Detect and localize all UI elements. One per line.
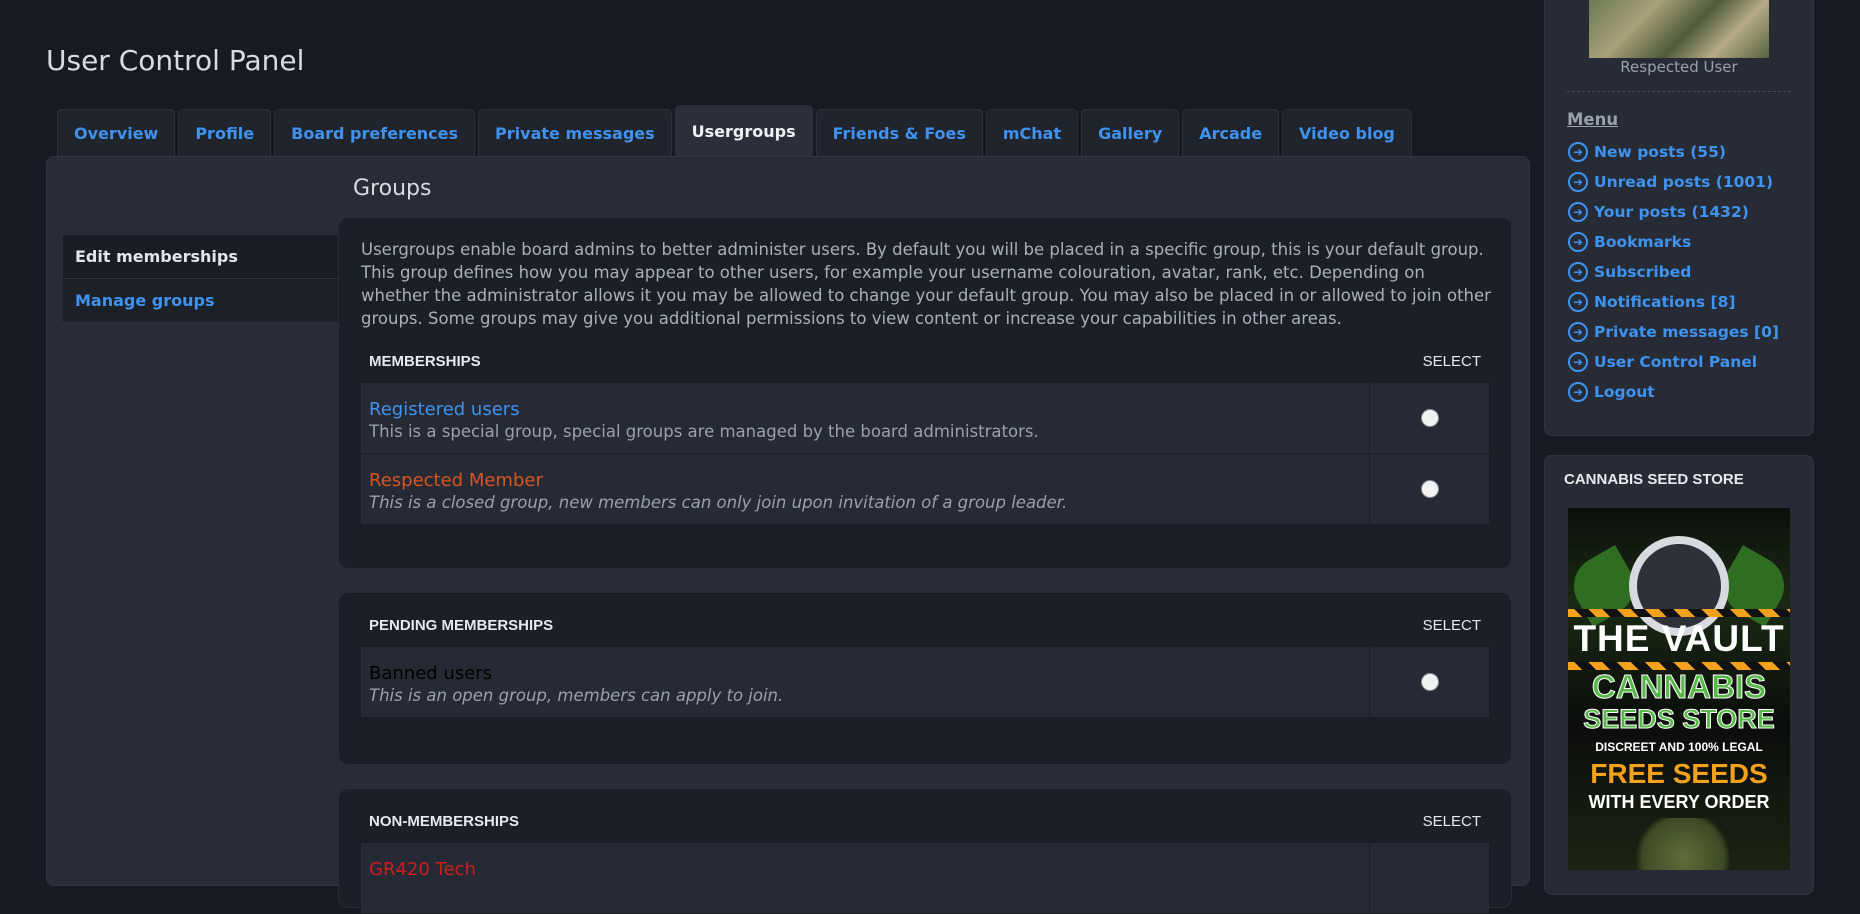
- menu-item-notifications[interactable]: ➜ Notifications [8]: [1568, 287, 1779, 317]
- arrow-circle-right-icon: ➜: [1568, 232, 1588, 252]
- pending-memberships-table: PENDING MEMBERSHIPS SELECT Banned users …: [361, 603, 1489, 718]
- group-name-link[interactable]: GR420 Tech: [369, 859, 1361, 881]
- arrow-circle-right-icon: ➜: [1568, 292, 1588, 312]
- select-radio[interactable]: [1420, 480, 1439, 498]
- pending-memberships-header: PENDING MEMBERSHIPS: [369, 616, 554, 634]
- arrow-circle-right-icon: ➜: [1568, 322, 1588, 342]
- ad-line-every-order: WITH EVERY ORDER: [1588, 792, 1770, 812]
- memberships-table: MEMBERSHIPS SELECT Registered users This…: [361, 339, 1489, 525]
- tab-arcade[interactable]: Arcade: [1182, 109, 1280, 157]
- group-name-link[interactable]: Banned users: [369, 663, 1361, 685]
- tab-overview[interactable]: Overview: [57, 109, 176, 157]
- side-item-edit-memberships[interactable]: Edit memberships: [63, 235, 338, 279]
- group-name-link[interactable]: Registered users: [369, 399, 1361, 421]
- ad-line-cannabis: CANNABIS: [1591, 668, 1767, 706]
- ad-banner[interactable]: THE VAULT CANNABIS SEEDS STORE DISCREET …: [1568, 508, 1790, 870]
- menu-heading: Menu: [1567, 110, 1619, 129]
- tab-usergroups[interactable]: Usergroups: [674, 105, 813, 157]
- menu-item-subscribed[interactable]: ➜ Subscribed: [1568, 257, 1779, 287]
- ad-title: CANNABIS SEED STORE: [1564, 471, 1744, 488]
- memberships-header: MEMBERSHIPS: [369, 352, 481, 370]
- menu-item-new-posts[interactable]: ➜ New posts (55): [1568, 137, 1779, 167]
- arrow-circle-right-icon: ➜: [1568, 142, 1588, 162]
- select-header: SELECT: [1422, 352, 1481, 370]
- menu-item-label: Logout: [1594, 383, 1655, 401]
- table-header: NON-MEMBERSHIPS SELECT: [361, 799, 1489, 843]
- tab-mchat[interactable]: mChat: [985, 109, 1079, 157]
- page-title: User Control Panel: [46, 44, 305, 77]
- user-rank: Respected User: [1620, 58, 1738, 76]
- tab-gallery[interactable]: Gallery: [1081, 109, 1180, 157]
- menu-item-label: Your posts (1432): [1594, 203, 1749, 221]
- tab-friends-foes[interactable]: Friends & Foes: [815, 109, 983, 157]
- group-description: This is an open group, members can apply…: [369, 686, 784, 705]
- menu-item-bookmarks[interactable]: ➜ Bookmarks: [1568, 227, 1779, 257]
- menu-item-label: Notifications [8]: [1594, 293, 1736, 311]
- arrow-circle-right-icon: ➜: [1568, 262, 1588, 282]
- select-radio[interactable]: [1420, 409, 1439, 427]
- table-row: Respected Member This is a closed group,…: [361, 454, 1489, 525]
- menu-item-label: Unread posts (1001): [1594, 173, 1774, 191]
- menu-item-label: User Control Panel: [1594, 353, 1758, 371]
- group-description: This is a closed group, new members can …: [369, 493, 1068, 512]
- ad-line-seeds-store: SEEDS STORE: [1583, 704, 1776, 735]
- table-row: GR420 Tech: [361, 843, 1489, 914]
- tab-video-blog[interactable]: Video blog: [1282, 109, 1412, 157]
- arrow-circle-right-icon: ➜: [1568, 352, 1588, 372]
- divider: [1567, 91, 1791, 92]
- avatar[interactable]: [1589, 0, 1769, 58]
- non-memberships-table: NON-MEMBERSHIPS SELECT GR420 Tech: [361, 799, 1489, 914]
- menu-item-your-posts[interactable]: ➜ Your posts (1432): [1568, 197, 1779, 227]
- arrow-circle-right-icon: ➜: [1568, 382, 1588, 402]
- non-memberships-header: NON-MEMBERSHIPS: [369, 812, 520, 830]
- menu-item-unread-posts[interactable]: ➜ Unread posts (1001): [1568, 167, 1779, 197]
- section-title: Groups: [353, 176, 432, 201]
- plant-graphic: [1628, 818, 1738, 870]
- tab-private-messages[interactable]: Private messages: [478, 109, 672, 157]
- select-radio[interactable]: [1420, 673, 1439, 691]
- tab-board-preferences[interactable]: Board preferences: [274, 109, 476, 157]
- menu-item-private-messages[interactable]: ➜ Private messages [0]: [1568, 317, 1779, 347]
- table-row: Banned users This is an open group, memb…: [361, 647, 1489, 718]
- select-header: SELECT: [1422, 616, 1481, 634]
- group-description: This is a special group, special groups …: [369, 422, 1039, 441]
- table-header: PENDING MEMBERSHIPS SELECT: [361, 603, 1489, 647]
- ad-line-free-seeds: FREE SEEDS: [1590, 758, 1768, 789]
- group-name-link[interactable]: Respected Member: [369, 470, 1361, 492]
- ucp-side-nav: Edit memberships Manage groups: [63, 235, 338, 323]
- memberships-box: Usergroups enable board admins to better…: [338, 217, 1512, 569]
- side-item-manage-groups[interactable]: Manage groups: [63, 279, 338, 323]
- table-row: Registered users This is a special group…: [361, 383, 1489, 454]
- menu-item-label: Subscribed: [1594, 263, 1692, 281]
- menu-item-user-control-panel[interactable]: ➜ User Control Panel: [1568, 347, 1779, 377]
- menu-item-label: Private messages [0]: [1594, 323, 1779, 341]
- pending-memberships-box: PENDING MEMBERSHIPS SELECT Banned users …: [338, 592, 1512, 765]
- menu-item-logout[interactable]: ➜ Logout: [1568, 377, 1779, 407]
- ad-line-discreet: DISCREET AND 100% LEGAL: [1595, 740, 1763, 754]
- ad-line-vault: THE VAULT: [1573, 618, 1785, 659]
- menu-item-label: Bookmarks: [1594, 233, 1692, 251]
- arrow-circle-right-icon: ➜: [1568, 202, 1588, 222]
- ucp-tabs: Overview Profile Board preferences Priva…: [57, 105, 1412, 157]
- tab-profile[interactable]: Profile: [178, 109, 272, 157]
- select-header: SELECT: [1422, 812, 1481, 830]
- table-header: MEMBERSHIPS SELECT: [361, 339, 1489, 383]
- user-menu: ➜ New posts (55) ➜ Unread posts (1001) ➜ Yo…: [1568, 137, 1779, 407]
- groups-intro-text: Usergroups enable board admins to better…: [361, 240, 1491, 328]
- menu-item-label: New posts (55): [1594, 143, 1726, 161]
- non-memberships-box: NON-MEMBERSHIPS SELECT GR420 Tech: [338, 788, 1512, 914]
- arrow-circle-right-icon: ➜: [1568, 172, 1588, 192]
